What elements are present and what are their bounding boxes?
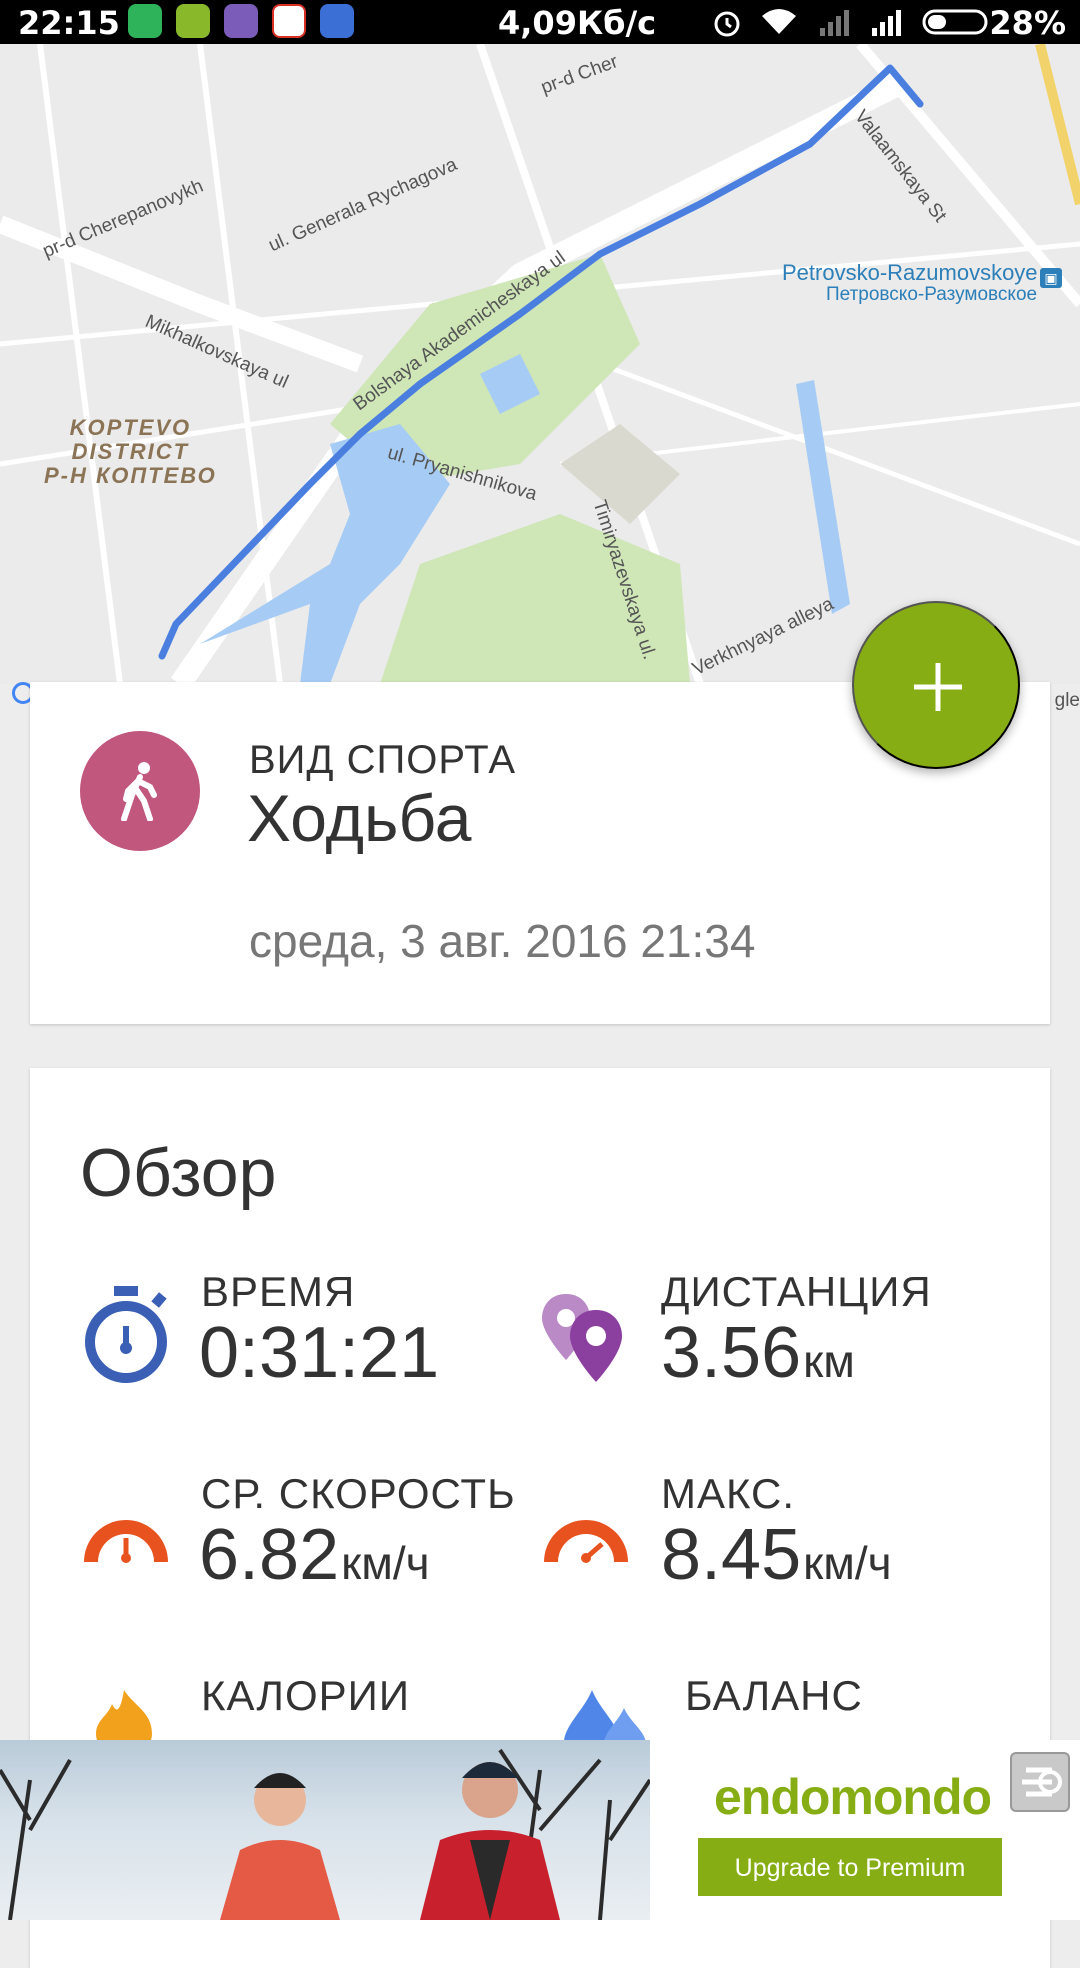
overview-title: Обзор	[80, 1135, 277, 1211]
workout-date: среда, 3 авг. 2016 21:34	[249, 915, 756, 967]
speedometer-icon	[84, 1520, 168, 1563]
ad-close-icon[interactable]	[1010, 1752, 1070, 1812]
ad-photo-runners	[0, 1740, 652, 1920]
calories-label: КАЛОРИИ	[201, 1672, 411, 1719]
bus-app-icon	[176, 4, 210, 38]
gmail-icon	[272, 4, 306, 38]
max-speed-label: МАКС.	[661, 1470, 795, 1517]
ad-banner[interactable]: endomondo Upgrade to Premium	[0, 1740, 1080, 1920]
max-speed-value: 8.45км/ч	[661, 1515, 892, 1595]
settings-app-icon	[320, 4, 354, 38]
balance-label: БАЛАНС	[685, 1672, 863, 1719]
map-background	[0, 44, 1080, 684]
metro-icon: ▣	[1040, 268, 1062, 288]
route-map[interactable]: pr-d Cherepanovykh ul. Generala Rychagov…	[0, 44, 1080, 684]
time-value: 0:31:21	[199, 1313, 440, 1393]
sport-type-label: ВИД СПОРТА	[249, 738, 517, 782]
status-bar: 22:15 4,09Кб/с 28%	[0, 0, 1080, 44]
viber-icon	[224, 4, 258, 38]
network-speed: 4,09Кб/с	[498, 4, 657, 42]
alarm-icon	[714, 11, 740, 37]
avg-speed-value: 6.82км/ч	[199, 1515, 430, 1595]
add-button[interactable]	[852, 601, 1020, 769]
battery-icon	[922, 9, 988, 35]
battery-percent: 28%	[989, 4, 1066, 42]
wifi-icon	[762, 9, 796, 34]
upgrade-to-premium-button[interactable]: Upgrade to Premium	[698, 1838, 1002, 1896]
signal-icon	[820, 10, 849, 36]
signal-icon	[872, 10, 901, 36]
security-app-icon	[128, 4, 162, 38]
metro-station-label: Petrovsko-Razumovskoye Петровско-Разумов…	[782, 260, 1038, 306]
walking-person-icon	[80, 731, 200, 851]
status-time: 22:15	[18, 4, 120, 42]
map-pin-icon	[542, 1294, 622, 1382]
sport-type-value: Ходьба	[247, 781, 472, 855]
speedometer-icon	[544, 1520, 628, 1563]
distance-label: ДИСТАНЦИЯ	[661, 1268, 932, 1315]
distance-value: 3.56км	[661, 1313, 855, 1393]
district-label: KOPTEVO DISTRICT Р-Н КОПТЕВО	[44, 415, 217, 488]
avg-speed-label: СР. СКОРОСТЬ	[201, 1470, 516, 1517]
plus-icon	[914, 663, 962, 711]
endomondo-logo: endomondo	[714, 1769, 992, 1825]
map-attribution: gle	[1054, 690, 1080, 711]
time-label: ВРЕМЯ	[201, 1268, 356, 1315]
stopwatch-icon	[85, 1286, 167, 1383]
